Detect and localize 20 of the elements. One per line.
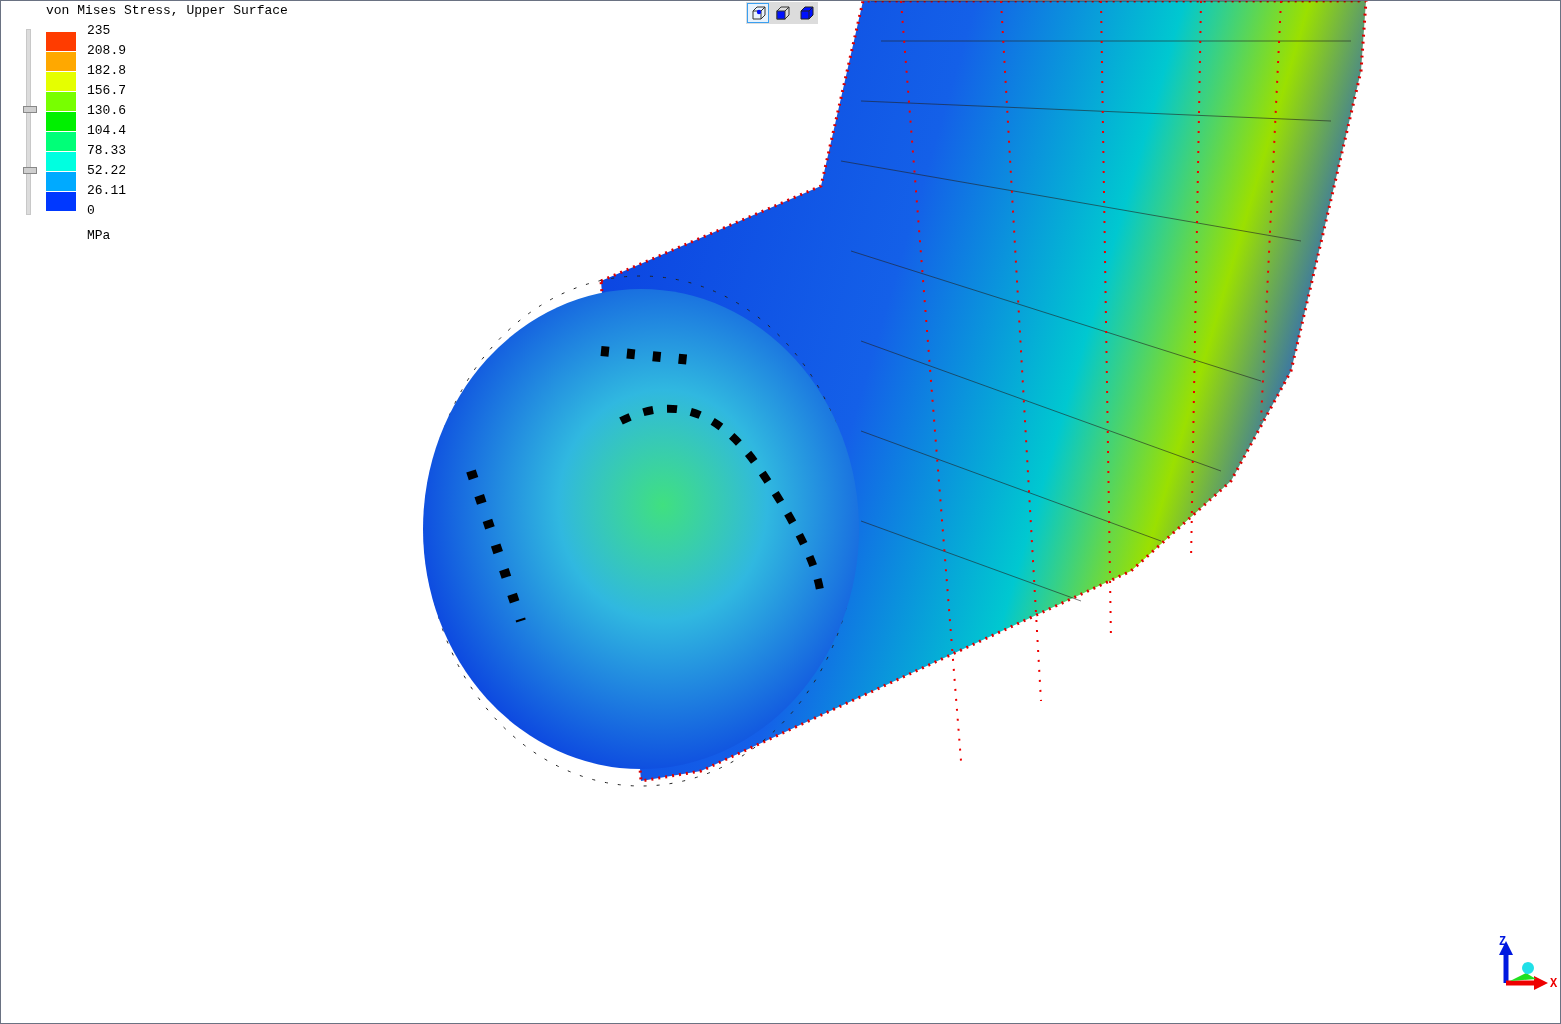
legend-value: 78.33 [87,143,126,159]
x-axis-label: X [1550,977,1558,991]
slider-handle[interactable] [23,105,37,113]
legend-value: 156.7 [87,83,126,99]
cube-icon [749,5,767,21]
legend-title: von Mises Stress, Upper Surface [46,3,288,19]
legend-value: 182.8 [87,63,126,79]
legend-value: 130.6 [87,103,126,119]
slider-handle[interactable] [23,167,37,175]
z-axis-label: Z [1499,935,1507,949]
legend-value: 52.22 [87,163,126,179]
legend-value: 208.9 [87,43,126,59]
legend-value: 0 [87,203,95,219]
legend-unit: MPa [87,228,111,244]
view-mode-button[interactable] [747,3,769,23]
legend-value: 104.4 [87,123,126,139]
legend-value: 26.11 [87,183,126,199]
cube-icon [773,5,791,21]
legend-value: 235 [87,23,111,39]
cube-icon [797,5,815,21]
